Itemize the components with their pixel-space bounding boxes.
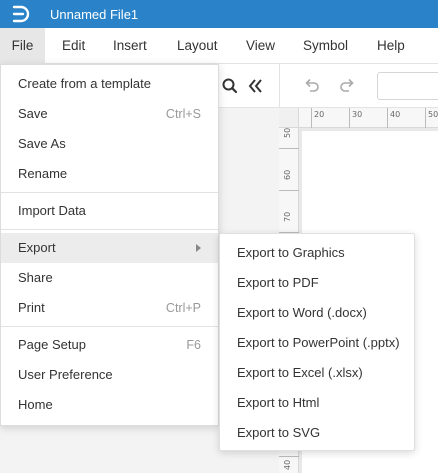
ruler-tick xyxy=(311,108,312,128)
menu-item-export[interactable]: Export xyxy=(1,233,218,263)
menu-help[interactable]: Help xyxy=(377,28,405,64)
ruler-label: 70 xyxy=(283,211,292,222)
ruler-top: 20 30 40 50 xyxy=(279,108,438,128)
menu-item-label: Home xyxy=(18,397,53,412)
menu-item-import-data[interactable]: Import Data xyxy=(1,196,218,226)
file-title[interactable]: Unnamed File1 xyxy=(50,7,138,22)
menu-item-print[interactable]: Print Ctrl+P xyxy=(1,293,218,323)
menu-file[interactable]: File xyxy=(0,28,45,64)
submenu-item-export-powerpoint[interactable]: Export to PowerPoint (.pptx) xyxy=(220,328,414,358)
ruler-label: 60 xyxy=(283,169,292,180)
shortcut-label: Ctrl+P xyxy=(165,301,201,315)
menu-insert[interactable]: Insert xyxy=(113,28,147,64)
menu-symbol[interactable]: Symbol xyxy=(303,28,348,64)
ruler-label: 30 xyxy=(352,110,363,119)
ruler-corner xyxy=(279,108,299,128)
ruler-tick xyxy=(279,456,299,457)
ruler-label: 20 xyxy=(314,110,325,119)
menu-item-label: Import Data xyxy=(18,203,86,218)
menu-view[interactable]: View xyxy=(246,28,275,64)
menu-item-user-preference[interactable]: User Preference xyxy=(1,360,218,390)
font-selector-box[interactable] xyxy=(377,72,438,100)
ruler-tick xyxy=(279,148,299,149)
submenu-item-export-pdf[interactable]: Export to PDF xyxy=(220,268,414,298)
shortcut-label: Ctrl+S xyxy=(165,107,201,121)
submenu-item-export-svg[interactable]: Export to SVG xyxy=(220,418,414,448)
menu-item-page-setup[interactable]: Page Setup F6 xyxy=(1,330,218,360)
menu-item-share[interactable]: Share xyxy=(1,263,218,293)
menu-item-label: Create from a template xyxy=(18,76,151,91)
toolbar-divider xyxy=(279,64,280,108)
menu-item-home[interactable]: Home xyxy=(1,390,218,420)
ruler-tick xyxy=(279,190,299,191)
menu-item-save[interactable]: Save Ctrl+S xyxy=(1,99,218,129)
menu-edit[interactable]: Edit xyxy=(62,28,85,64)
ruler-label: 50 xyxy=(428,110,438,119)
menu-item-label: Export xyxy=(18,240,56,255)
app-logo-icon[interactable] xyxy=(10,4,30,24)
file-menu-dropdown: Create from a template Save Ctrl+S Save … xyxy=(0,64,219,426)
redo-icon[interactable] xyxy=(337,75,359,97)
menu-item-label: Save As xyxy=(18,136,66,151)
menu-item-label: Share xyxy=(18,270,53,285)
submenu-item-export-excel[interactable]: Export to Excel (.xlsx) xyxy=(220,358,414,388)
submenu-item-export-html[interactable]: Export to Html xyxy=(220,388,414,418)
menu-item-label: Print xyxy=(18,300,45,315)
menu-divider xyxy=(1,192,218,193)
menu-item-label: Rename xyxy=(18,166,68,181)
menu-bar: File Edit Insert Layout View Symbol Help xyxy=(0,28,438,64)
menu-layout[interactable]: Layout xyxy=(177,28,218,64)
menu-item-label: Save xyxy=(18,106,48,121)
search-icon[interactable] xyxy=(219,75,241,97)
menu-item-create-from-template[interactable]: Create from a template xyxy=(1,69,218,99)
submenu-arrow-icon xyxy=(196,244,201,252)
submenu-item-export-word[interactable]: Export to Word (.docx) xyxy=(220,298,414,328)
collapse-double-chevron-icon[interactable] xyxy=(245,75,267,97)
menu-item-label: User Preference xyxy=(18,367,113,382)
menu-divider xyxy=(1,326,218,327)
shortcut-label: F6 xyxy=(186,338,201,352)
ruler-tick xyxy=(349,108,350,128)
menu-divider xyxy=(1,229,218,230)
export-submenu: Export to Graphics Export to PDF Export … xyxy=(219,233,415,451)
menu-item-rename[interactable]: Rename xyxy=(1,159,218,189)
undo-icon[interactable] xyxy=(300,75,322,97)
ruler-tick xyxy=(387,108,388,128)
title-bar: Unnamed File1 xyxy=(0,0,438,28)
ruler-label: 40 xyxy=(283,459,292,470)
menu-item-save-as[interactable]: Save As xyxy=(1,129,218,159)
menu-item-label: Page Setup xyxy=(18,337,86,352)
ruler-tick xyxy=(425,108,426,128)
submenu-item-export-graphics[interactable]: Export to Graphics xyxy=(220,238,414,268)
ruler-label: 50 xyxy=(283,127,292,138)
ruler-label: 40 xyxy=(390,110,401,119)
